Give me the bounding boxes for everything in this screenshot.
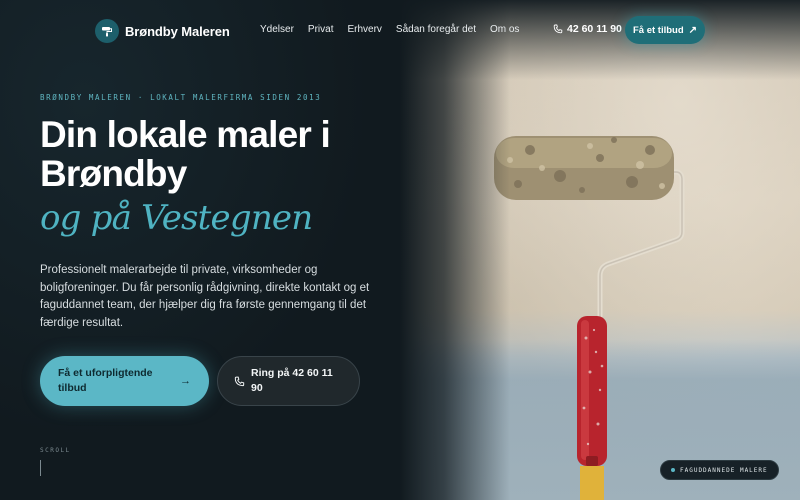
main-nav: Ydelser Privat Erhverv Sådan foregår det… [260,24,533,35]
nav-item-om-os[interactable]: Om os [490,24,519,35]
hero-photo [400,0,800,500]
arrow-right-icon: → [180,374,191,387]
hero-headline: Din lokale maler i Brøndby [40,114,331,194]
nav-item-privat[interactable]: Privat [308,24,334,35]
site-header: Brøndby Maleren Ydelser Privat Erhverv S… [0,0,800,60]
badge-label: FAGUDDANNEDE MALERE [680,466,768,474]
header-phone-link[interactable]: 42 60 11 90 [553,23,622,35]
get-quote-label: Få et tilbud [632,24,684,36]
paint-roller-logo-icon [95,19,119,43]
call-button[interactable]: Ring på 42 60 11 90 [217,356,360,406]
free-quote-label: Få et uforpligtende tilbud [58,367,153,394]
call-button-label: Ring på 42 60 11 90 [251,367,333,394]
brand-name: Brøndby Maleren [125,23,230,39]
header-phone-number: 42 60 11 90 [567,23,622,35]
scroll-indicator-line [40,460,41,476]
hero-background [0,0,420,500]
badge-dot-icon [671,468,675,472]
hero-headline-accent: og på Vestegnen [40,198,313,238]
scroll-indicator-label: SCROLL [40,447,71,454]
phone-icon [234,376,245,387]
brand-logo-link[interactable]: Brøndby Maleren [95,19,230,43]
get-quote-button[interactable]: Få et tilbud ↗ [625,16,705,44]
nav-item-erhverv[interactable]: Erhverv [347,24,381,35]
arrow-up-right-icon: ↗ [688,24,698,36]
hero-lead-text: Professionelt malerarbejde til private, … [40,264,370,329]
nav-item-ydelser[interactable]: Ydelser [260,24,294,35]
free-quote-button[interactable]: Få et uforpligtende tilbud → [40,356,209,406]
trained-painters-badge: FAGUDDANNEDE MALERE [660,460,779,480]
nav-item-saadan-foregaar-det[interactable]: Sådan foregår det [396,24,476,35]
hero-eyebrow: BRØNDBY MALEREN · LOKALT MALERFIRMA SIDE… [40,93,322,102]
phone-icon [553,24,563,34]
